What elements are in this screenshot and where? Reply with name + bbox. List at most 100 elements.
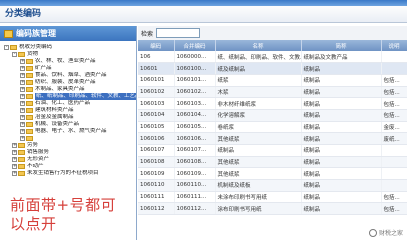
collapse-icon[interactable]: - [4, 45, 9, 50]
table-row[interactable]: 1060112 1060112... 涂布印刷书写用纸 纸制品 包括... [138, 202, 407, 216]
tree-item[interactable]: + 石油、化工、医药产品 [0, 100, 136, 107]
expand-icon[interactable]: + [12, 171, 17, 176]
table-cell: 纸制品 [301, 191, 382, 204]
table-cell: 1060104 [138, 109, 175, 122]
table-cell [381, 51, 407, 64]
search-input[interactable] [156, 28, 201, 38]
expand-icon[interactable]: + [12, 164, 17, 169]
expand-icon[interactable]: + [20, 73, 25, 78]
table-cell [381, 62, 407, 75]
expand-icon[interactable]: + [12, 150, 17, 155]
tree-item[interactable]: + 建筑材料类产品 [0, 107, 136, 114]
table-cell: 其他纸浆 [215, 167, 302, 181]
folder-icon [26, 101, 33, 106]
expand-icon[interactable]: + [12, 157, 17, 162]
table-row[interactable]: 1060111 1060111... 未涂布印刷书写用纸 纸制品 包括... [138, 191, 407, 204]
tree-item[interactable]: + 机械、设备类产品 [0, 121, 136, 128]
table-row[interactable]: 10601 1060100... 纸及纸制品 纸制品 [138, 62, 407, 75]
table-cell: 1060109 [138, 167, 175, 181]
table-cell: 纸制品 [301, 86, 382, 99]
folder-icon [26, 80, 33, 85]
column-header[interactable]: 合并编码 [174, 40, 216, 51]
tree-item[interactable]: + [0, 135, 136, 142]
tree-item[interactable]: + 无形资产 [0, 156, 136, 163]
table-cell: 非木材纤维纸浆 [215, 97, 302, 110]
table-cell: 1060106... [174, 132, 216, 145]
folder-icon [18, 150, 25, 155]
expand-icon[interactable]: + [20, 129, 25, 134]
table-cell [381, 144, 407, 157]
folder-icon [26, 66, 33, 71]
table-cell: 1060102 [138, 86, 175, 99]
table-cell: 纸制品 [301, 167, 382, 181]
tree-item[interactable]: + 冶金及金属制品 [0, 114, 136, 121]
table-row[interactable]: 1060108 1060108... 其他纸浆 纸制品 [138, 156, 407, 169]
tree-item-label: 石油、化工、医药产品 [35, 100, 91, 106]
expand-icon[interactable]: + [20, 101, 25, 106]
tree-item[interactable]: + 农、林、牧、渔业类产品 [0, 58, 136, 65]
expand-icon[interactable]: + [12, 143, 17, 148]
tree-item-label: 未发生销售行为的不征税项目 [27, 170, 99, 176]
table-row[interactable]: 1060107 1060107... 纸制品 纸制品 [138, 144, 407, 157]
tree-item[interactable]: + 销售服务 [0, 149, 136, 156]
expand-icon[interactable]: + [20, 87, 25, 92]
tree-item[interactable]: + 矿产品 [0, 65, 136, 72]
tree-item-label: 无形资产 [27, 156, 50, 162]
table-body: 106 1060000... 纸、纸制品、印刷品、软件、文教... 纸制品及文教产品 1… [138, 51, 407, 216]
table-cell: 纸制品 [215, 144, 302, 157]
expand-icon[interactable]: + [20, 94, 25, 99]
tree-item-label: 木制品、家具类产品 [35, 86, 85, 92]
table-row[interactable]: 1060101 1060101... 纸浆 纸制品 包括... [138, 74, 407, 87]
tree-item[interactable]: + 食品、饮料、烟草、酒类产品 [0, 72, 136, 79]
expand-icon[interactable]: + [20, 136, 25, 141]
table-cell: 1060111 [138, 191, 175, 204]
app-window: 分类编码 编码族管理 - 税收分类编码 - 货物 + 农、林、牧、渔业类产品 + 矿产品 + 食品… [0, 0, 407, 240]
tree-item[interactable]: - 货物 [0, 51, 136, 58]
tree-item[interactable]: + 未发生销售行为的不征税项目 [0, 170, 136, 177]
expand-icon[interactable]: + [20, 115, 25, 120]
folder-icon [26, 87, 33, 92]
folder-icon [18, 164, 25, 169]
table-row[interactable]: 106 1060000... 纸、纸制品、印刷品、软件、文教... 纸制品及文教产品 [138, 51, 407, 64]
tree-item[interactable]: + 不动产 [0, 163, 136, 170]
expand-icon[interactable]: + [20, 66, 25, 71]
tree-item[interactable]: + 纸、纸制品、印刷品、软件、文教、工艺品 [0, 93, 136, 100]
column-header[interactable]: 名称 [215, 40, 302, 51]
table-cell [381, 179, 407, 192]
column-header[interactable]: 编码 [138, 40, 175, 51]
table-cell: 纸及纸制品 [215, 62, 302, 75]
column-header[interactable]: 简称 [301, 40, 382, 51]
tree-item[interactable]: + 纺织、服装、皮革类产品 [0, 79, 136, 86]
table-row[interactable]: 1060109 1060109... 其他纸浆 纸制品 [138, 167, 407, 181]
tree-item-label: 矿产品 [35, 65, 52, 71]
table-row[interactable]: 1060103 1060103... 非木材纤维纸浆 纸制品 包括... [138, 97, 407, 110]
table-cell: 106 [138, 51, 175, 64]
expand-icon[interactable]: + [20, 108, 25, 113]
collapse-icon[interactable]: - [12, 52, 17, 57]
tree-item[interactable]: + 电器、电子、水、燃气类产品 [0, 128, 136, 135]
table-row[interactable]: 1060105 1060105... 卷纸浆 纸制品 金废... [138, 121, 407, 134]
category-tree: - 税收分类编码 - 货物 + 农、林、牧、渔业类产品 + 矿产品 + 食品、饮料、烟草、酒类产品… [0, 41, 136, 177]
expand-icon[interactable]: + [20, 59, 25, 64]
table-cell: 机制纸及纸板 [215, 179, 302, 192]
expand-icon[interactable]: + [20, 122, 25, 127]
tree-item-label: 建筑材料类产品 [35, 107, 74, 113]
table-row[interactable]: 1060106 1060106... 其他纸浆 纸制品 废纸... [138, 132, 407, 145]
table-row[interactable]: 1060104 1060104... 化学溶解浆 纸制品 包括... [138, 109, 407, 122]
table-cell: 纸制品 [301, 109, 382, 122]
table-row[interactable]: 1060110 1060110... 机制纸及纸板 纸制品 [138, 179, 407, 192]
tree-item[interactable]: + 劳务 [0, 142, 136, 149]
tree-item[interactable]: - 税收分类编码 [0, 44, 136, 51]
watermark-text: 财税之家 [378, 230, 403, 237]
tree-item-label: 农、林、牧、渔业类产品 [35, 58, 96, 64]
tree-item-label: 劳务 [27, 142, 39, 148]
folder-icon [18, 52, 25, 57]
column-header[interactable]: 说明 [381, 40, 407, 51]
table-cell: 1060102... [174, 86, 216, 99]
expand-icon[interactable]: + [20, 80, 25, 85]
table-row[interactable]: 1060102 1060102... 木浆 纸制品 包括... [138, 86, 407, 99]
table-cell: 1060107... [174, 144, 216, 157]
table-cell: 纸制品 [301, 144, 382, 157]
tree-item[interactable]: + 木制品、家具类产品 [0, 86, 136, 93]
tree-item-label: 货物 [27, 51, 39, 57]
